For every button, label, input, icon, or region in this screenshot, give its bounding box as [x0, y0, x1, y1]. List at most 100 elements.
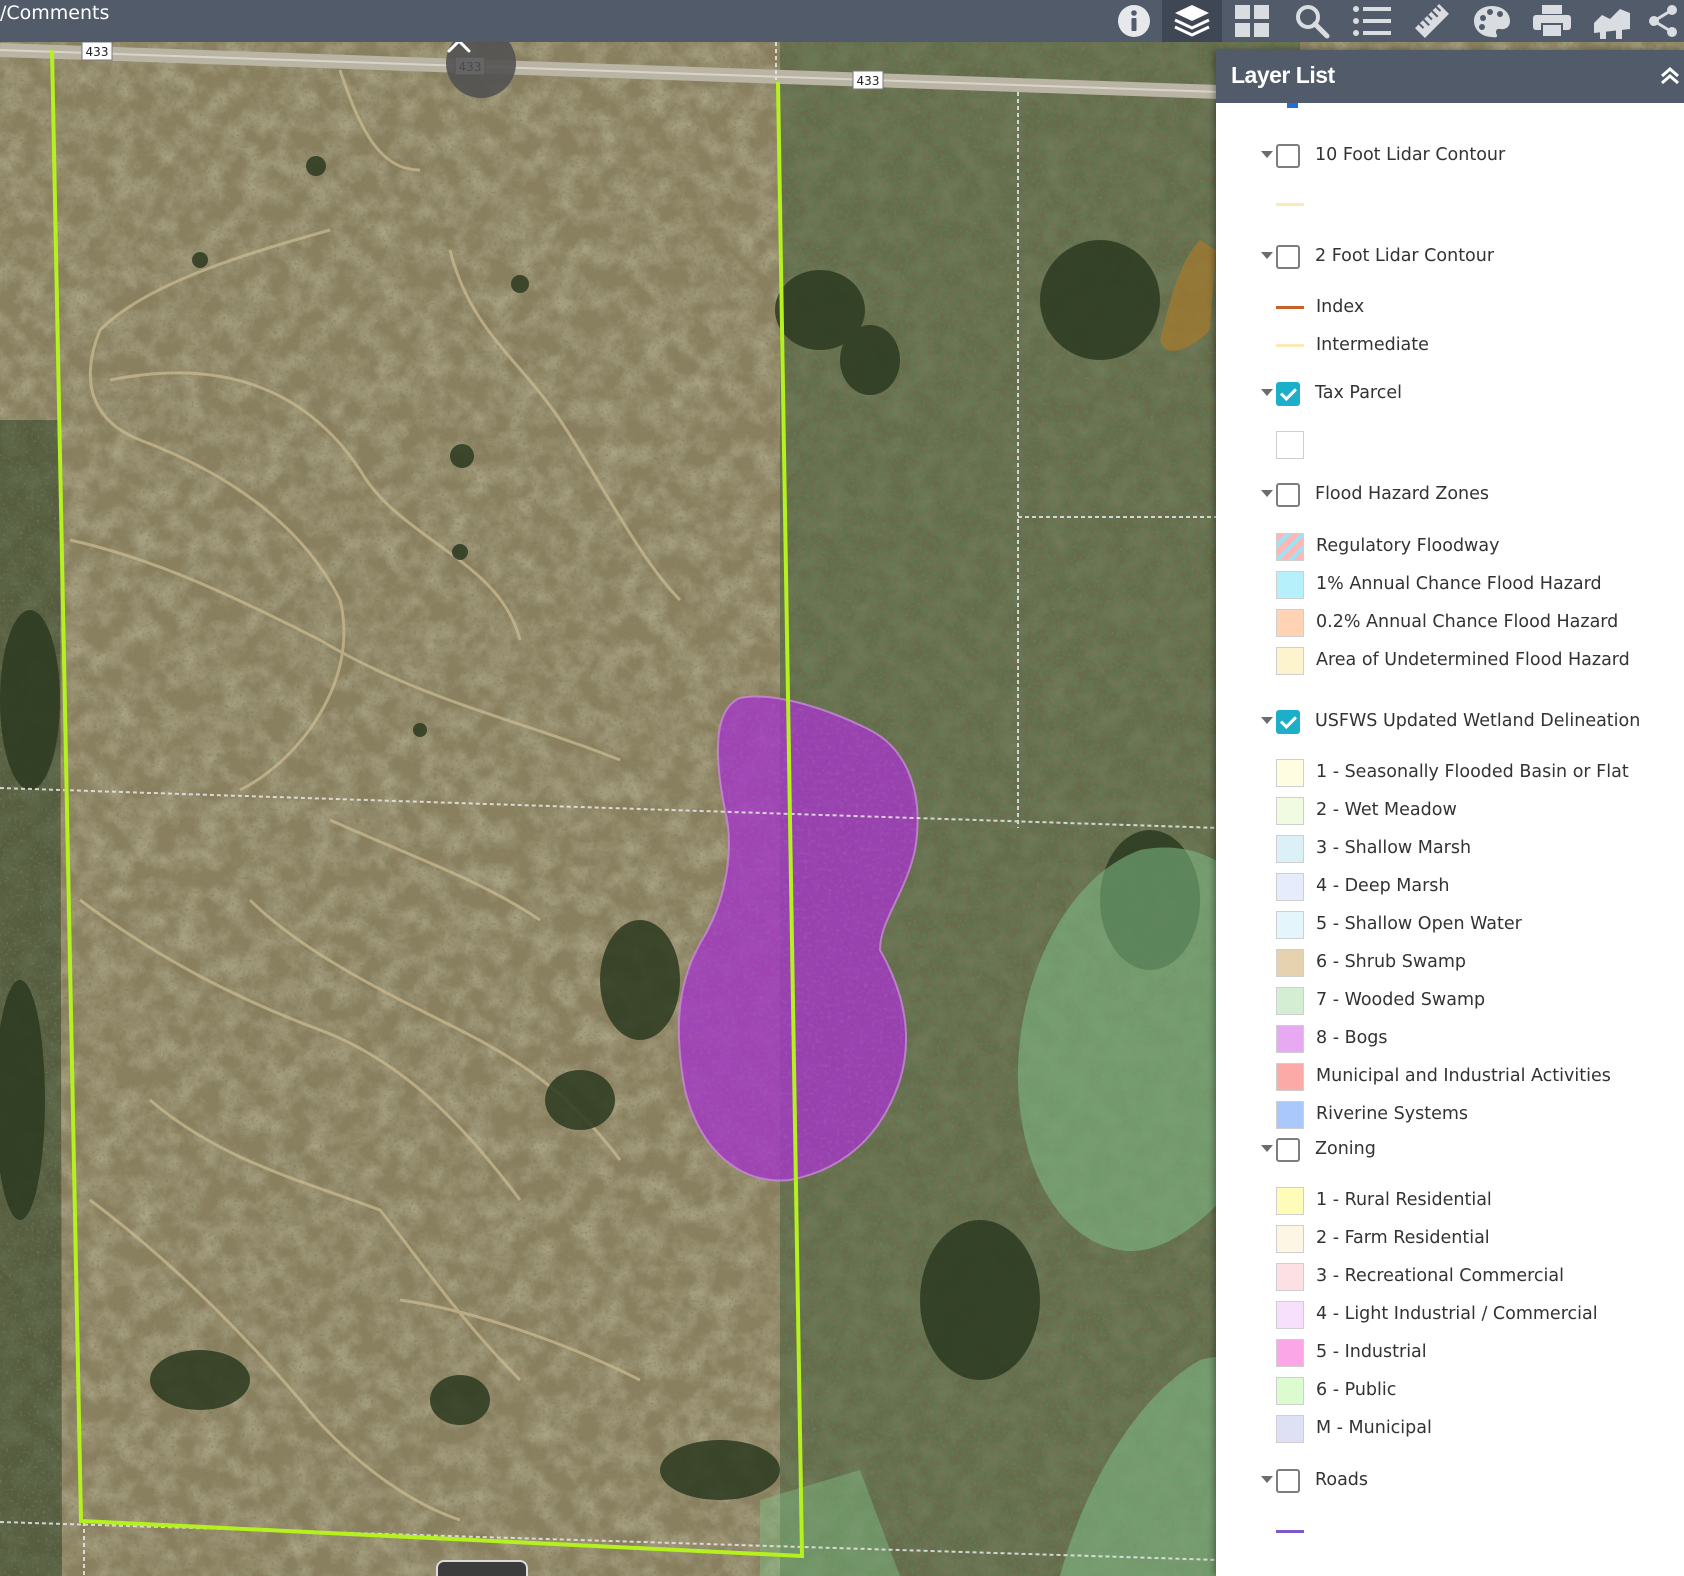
- legend-label: 5 - Industrial: [1316, 1342, 1427, 1362]
- layer-name[interactable]: Tax Parcel: [1315, 383, 1402, 403]
- legend-item: 1 - Seasonally Flooded Basin or Flat: [1216, 756, 1684, 788]
- legend-label: 5 - Shallow Open Water: [1316, 914, 1522, 934]
- road-label: 433: [86, 45, 109, 59]
- layer-name[interactable]: Roads: [1315, 1470, 1368, 1490]
- legend-label: 1% Annual Chance Flood Hazard: [1316, 574, 1602, 594]
- layer-visibility-checkbox[interactable]: [1276, 1469, 1300, 1493]
- layer-row: Tax Parcel: [1216, 378, 1684, 410]
- legend-item: 6 - Public: [1216, 1374, 1684, 1406]
- legend-label: 4 - Deep Marsh: [1316, 876, 1450, 896]
- legend-label: 6 - Shrub Swamp: [1316, 952, 1467, 972]
- legend-label: 3 - Shallow Marsh: [1316, 838, 1472, 858]
- legend-fill-swatch: [1276, 797, 1304, 825]
- legend-fill-swatch: [1276, 571, 1304, 599]
- legend-item: 5 - Industrial: [1216, 1336, 1684, 1368]
- legend-item: 3 - Shallow Marsh: [1216, 832, 1684, 864]
- expand-toggle-icon[interactable]: [1261, 1145, 1273, 1152]
- legend-label: 1 - Seasonally Flooded Basin or Flat: [1316, 762, 1629, 782]
- layer-list-header: Layer List: [1216, 50, 1684, 103]
- legend-label: Riverine Systems: [1316, 1104, 1468, 1124]
- layer-visibility-checkbox[interactable]: [1276, 710, 1300, 734]
- print-button[interactable]: [1522, 0, 1582, 42]
- expand-toggle-icon[interactable]: [1261, 151, 1273, 158]
- layer-visibility-checkbox[interactable]: [1276, 483, 1300, 507]
- legend-fill-swatch: [1276, 873, 1304, 901]
- legend-label: 3 - Recreational Commercial: [1316, 1266, 1564, 1286]
- expand-toggle-icon[interactable]: [1261, 252, 1273, 259]
- legend-fill-swatch: [1276, 1415, 1304, 1443]
- scroll-marker: [1287, 103, 1298, 108]
- legend-item: Regulatory Floodway: [1216, 530, 1684, 562]
- legend-item: Municipal and Industrial Activities: [1216, 1060, 1684, 1092]
- share-icon: [1649, 5, 1677, 37]
- legend-label: 7 - Wooded Swamp: [1316, 990, 1486, 1010]
- layer-visibility-checkbox[interactable]: [1276, 1138, 1300, 1162]
- layer-name[interactable]: Zoning: [1315, 1139, 1376, 1159]
- measurement-button[interactable]: [1402, 0, 1462, 42]
- legend-fill-swatch: [1276, 1225, 1304, 1253]
- legend-fill-swatch: [1276, 949, 1304, 977]
- legend-fill-swatch: [1276, 647, 1304, 675]
- legend-label: Regulatory Floodway: [1316, 536, 1500, 556]
- expand-toggle-icon[interactable]: [1261, 490, 1273, 497]
- road-label: 433: [857, 74, 880, 88]
- legend-fill-swatch: [1276, 835, 1304, 863]
- basemap-gallery-button[interactable]: [1222, 0, 1282, 42]
- road-shield: 433: [81, 42, 113, 61]
- layer-name[interactable]: USFWS Updated Wetland Delineation: [1315, 711, 1640, 731]
- layers-icon: [1174, 5, 1210, 37]
- layer-name[interactable]: 2 Foot Lidar Contour: [1315, 246, 1494, 266]
- legend-item: [1216, 428, 1684, 460]
- layer-name[interactable]: Flood Hazard Zones: [1315, 484, 1489, 504]
- layer-row: 10 Foot Lidar Contour: [1216, 140, 1684, 172]
- palette-icon: [1474, 6, 1510, 38]
- legend-item: 5 - Shallow Open Water: [1216, 908, 1684, 940]
- search-button[interactable]: [1282, 0, 1342, 42]
- legend-label: Index: [1316, 297, 1365, 317]
- road-shield: 433: [852, 70, 884, 90]
- legend-item: M - Municipal: [1216, 1412, 1684, 1444]
- legend-item: [1216, 1515, 1684, 1547]
- legend-item: Area of Undetermined Flood Hazard: [1216, 644, 1684, 676]
- draw-button[interactable]: [1462, 0, 1522, 42]
- layer-visibility-checkbox[interactable]: [1276, 382, 1300, 406]
- legend-item: 4 - Light Industrial / Commercial: [1216, 1298, 1684, 1330]
- attribute-table-handle[interactable]: [436, 1560, 528, 1576]
- legend-label: M - Municipal: [1316, 1418, 1432, 1438]
- legend-fill-swatch: [1276, 1301, 1304, 1329]
- legend-label: 1 - Rural Residential: [1316, 1190, 1492, 1210]
- legend-item: Index: [1216, 291, 1684, 323]
- legend-fill-swatch: [1276, 1025, 1304, 1053]
- elevation-button[interactable]: [1582, 0, 1642, 42]
- legend-button[interactable]: [1342, 0, 1402, 42]
- layer-visibility-checkbox[interactable]: [1276, 245, 1300, 269]
- chart-icon: [1594, 9, 1630, 39]
- legend-label: Municipal and Industrial Activities: [1316, 1066, 1611, 1086]
- expand-toggle-icon[interactable]: [1261, 717, 1273, 724]
- legend-label: 4 - Light Industrial / Commercial: [1316, 1304, 1598, 1324]
- share-button[interactable]: [1642, 0, 1684, 42]
- legend-fill-swatch: [1276, 609, 1304, 637]
- legend-item: Intermediate: [1216, 329, 1684, 361]
- legend-line-swatch: [1276, 1530, 1304, 1533]
- layer-list-button[interactable]: [1162, 0, 1222, 42]
- web-map-app: 433 433 433: [0, 0, 1684, 1576]
- layer-name[interactable]: 10 Foot Lidar Contour: [1315, 145, 1505, 165]
- legend-item: [1216, 188, 1684, 220]
- legend-fill-swatch: [1276, 759, 1304, 787]
- legend-fill-swatch: [1276, 431, 1304, 459]
- about-button[interactable]: [1104, 0, 1164, 42]
- collapse-button[interactable]: [1658, 64, 1682, 88]
- list-icon: [1353, 6, 1391, 36]
- layer-row: Zoning: [1216, 1134, 1684, 1166]
- legend-label: 2 - Farm Residential: [1316, 1228, 1490, 1248]
- legend-item: Riverine Systems: [1216, 1098, 1684, 1130]
- expand-toggle-icon[interactable]: [1261, 389, 1273, 396]
- app-title: /Comments: [0, 2, 110, 24]
- layer-list-panel: Layer List 10 Foot Lidar Contour 2 Foot L…: [1216, 50, 1684, 1576]
- legend-fill-swatch: [1276, 1377, 1304, 1405]
- legend-label: Area of Undetermined Flood Hazard: [1316, 650, 1630, 670]
- layer-visibility-checkbox[interactable]: [1276, 144, 1300, 168]
- legend-fill-swatch: [1276, 1063, 1304, 1091]
- expand-toggle-icon[interactable]: [1261, 1476, 1273, 1483]
